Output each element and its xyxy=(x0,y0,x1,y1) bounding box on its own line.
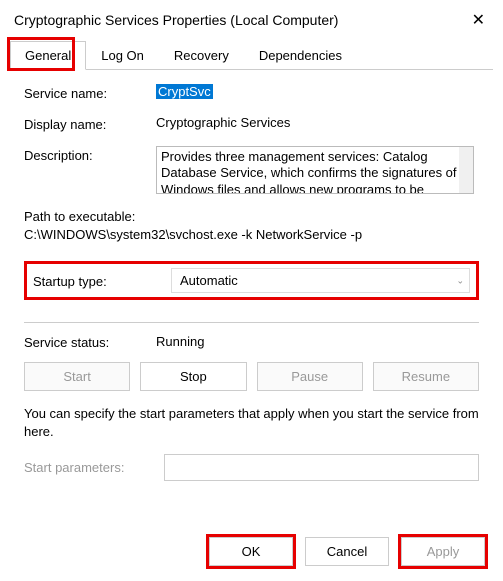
titlebar: Cryptographic Services Properties (Local… xyxy=(0,0,503,38)
label-startup-type: Startup type: xyxy=(33,272,171,289)
start-button: Start xyxy=(24,362,130,391)
description-box[interactable]: Provides three management services: Cata… xyxy=(156,146,474,194)
start-params-input xyxy=(164,454,479,481)
value-service-status: Running xyxy=(156,334,204,349)
tab-recovery[interactable]: Recovery xyxy=(159,41,244,70)
tab-strip: General Log On Recovery Dependencies xyxy=(10,40,493,70)
scrollbar[interactable] xyxy=(459,147,473,193)
label-start-params: Start parameters: xyxy=(24,460,164,475)
value-display-name: Cryptographic Services xyxy=(156,115,479,130)
stop-button[interactable]: Stop xyxy=(140,362,246,391)
dialog-buttons: OK Cancel Apply xyxy=(0,537,503,580)
tab-panel-general: Service name: CryptSvc Display name: Cry… xyxy=(0,70,503,505)
startup-type-select[interactable]: Automatic xyxy=(171,268,470,293)
label-service-name: Service name: xyxy=(24,84,156,101)
apply-button: Apply xyxy=(401,537,485,566)
resume-button: Resume xyxy=(373,362,479,391)
divider xyxy=(24,322,479,323)
tab-logon[interactable]: Log On xyxy=(86,41,159,70)
startup-type-row: Startup type: Automatic ⌄ xyxy=(24,261,479,300)
close-icon[interactable]: ✕ xyxy=(466,8,491,32)
value-description: Provides three management services: Cata… xyxy=(161,149,457,194)
label-description: Description: xyxy=(24,146,156,163)
tab-general[interactable]: General xyxy=(10,41,86,70)
ok-button[interactable]: OK xyxy=(209,537,293,566)
cancel-button[interactable]: Cancel xyxy=(305,537,389,566)
tab-dependencies[interactable]: Dependencies xyxy=(244,41,357,70)
value-service-name: CryptSvc xyxy=(156,84,213,99)
hint-text: You can specify the start parameters tha… xyxy=(24,405,479,440)
label-service-status: Service status: xyxy=(24,333,156,350)
pause-button: Pause xyxy=(257,362,363,391)
label-path: Path to executable: xyxy=(24,208,479,226)
label-display-name: Display name: xyxy=(24,115,156,132)
value-path: C:\WINDOWS\system32\svchost.exe -k Netwo… xyxy=(24,226,479,244)
window-title: Cryptographic Services Properties (Local… xyxy=(14,12,338,28)
